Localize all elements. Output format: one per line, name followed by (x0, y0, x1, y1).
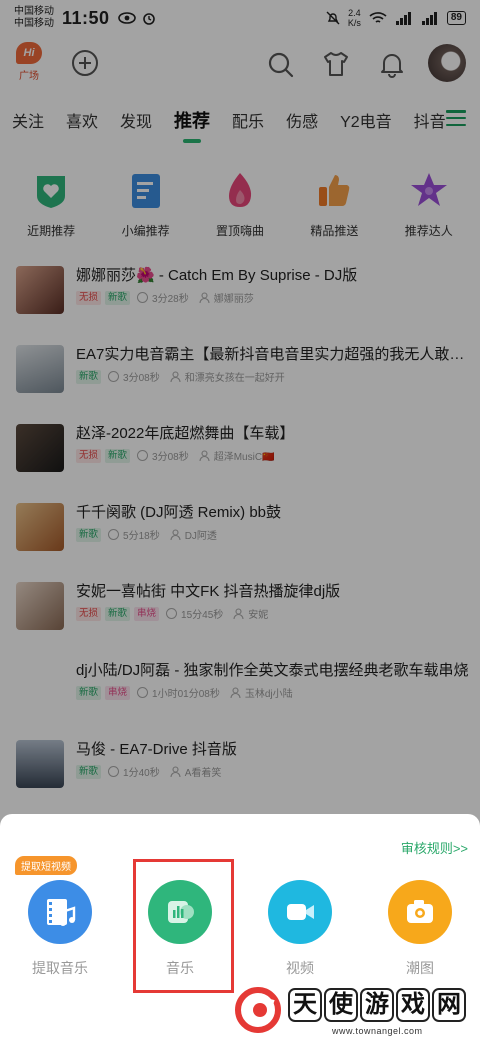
sheet-item-label: 潮图 (406, 960, 434, 976)
trend-image-button[interactable]: 潮图 (365, 876, 475, 978)
video-camera-icon (268, 880, 332, 944)
extract-music-button[interactable]: 提取短视频 提取音乐 (5, 856, 115, 978)
camera-icon (388, 880, 452, 944)
review-rules-link[interactable]: 审核规则>> (401, 838, 468, 857)
site-logo-icon (235, 987, 281, 1033)
site-watermark: 天 使 游 戏 网 www.townangel.com (232, 986, 480, 1040)
watermark-title: 天 使 游 戏 网 (288, 988, 466, 1022)
watermark-char: 天 (288, 988, 322, 1022)
sheet-item-label: 提取音乐 (32, 960, 88, 976)
film-music-icon (28, 880, 92, 944)
extract-video-badge: 提取短视频 (15, 856, 77, 875)
watermark-char: 游 (360, 988, 394, 1022)
sheet-item-label: 视频 (286, 960, 314, 976)
watermark-char: 戏 (396, 988, 430, 1022)
watermark-char: 网 (432, 988, 466, 1022)
video-button[interactable]: 视频 (245, 876, 355, 978)
highlight-annotation (133, 859, 234, 993)
watermark-url: www.townangel.com (332, 1026, 423, 1036)
publish-options: 提取短视频 提取音乐 音乐 视频 潮图 (0, 856, 480, 978)
watermark-char: 使 (324, 988, 358, 1022)
